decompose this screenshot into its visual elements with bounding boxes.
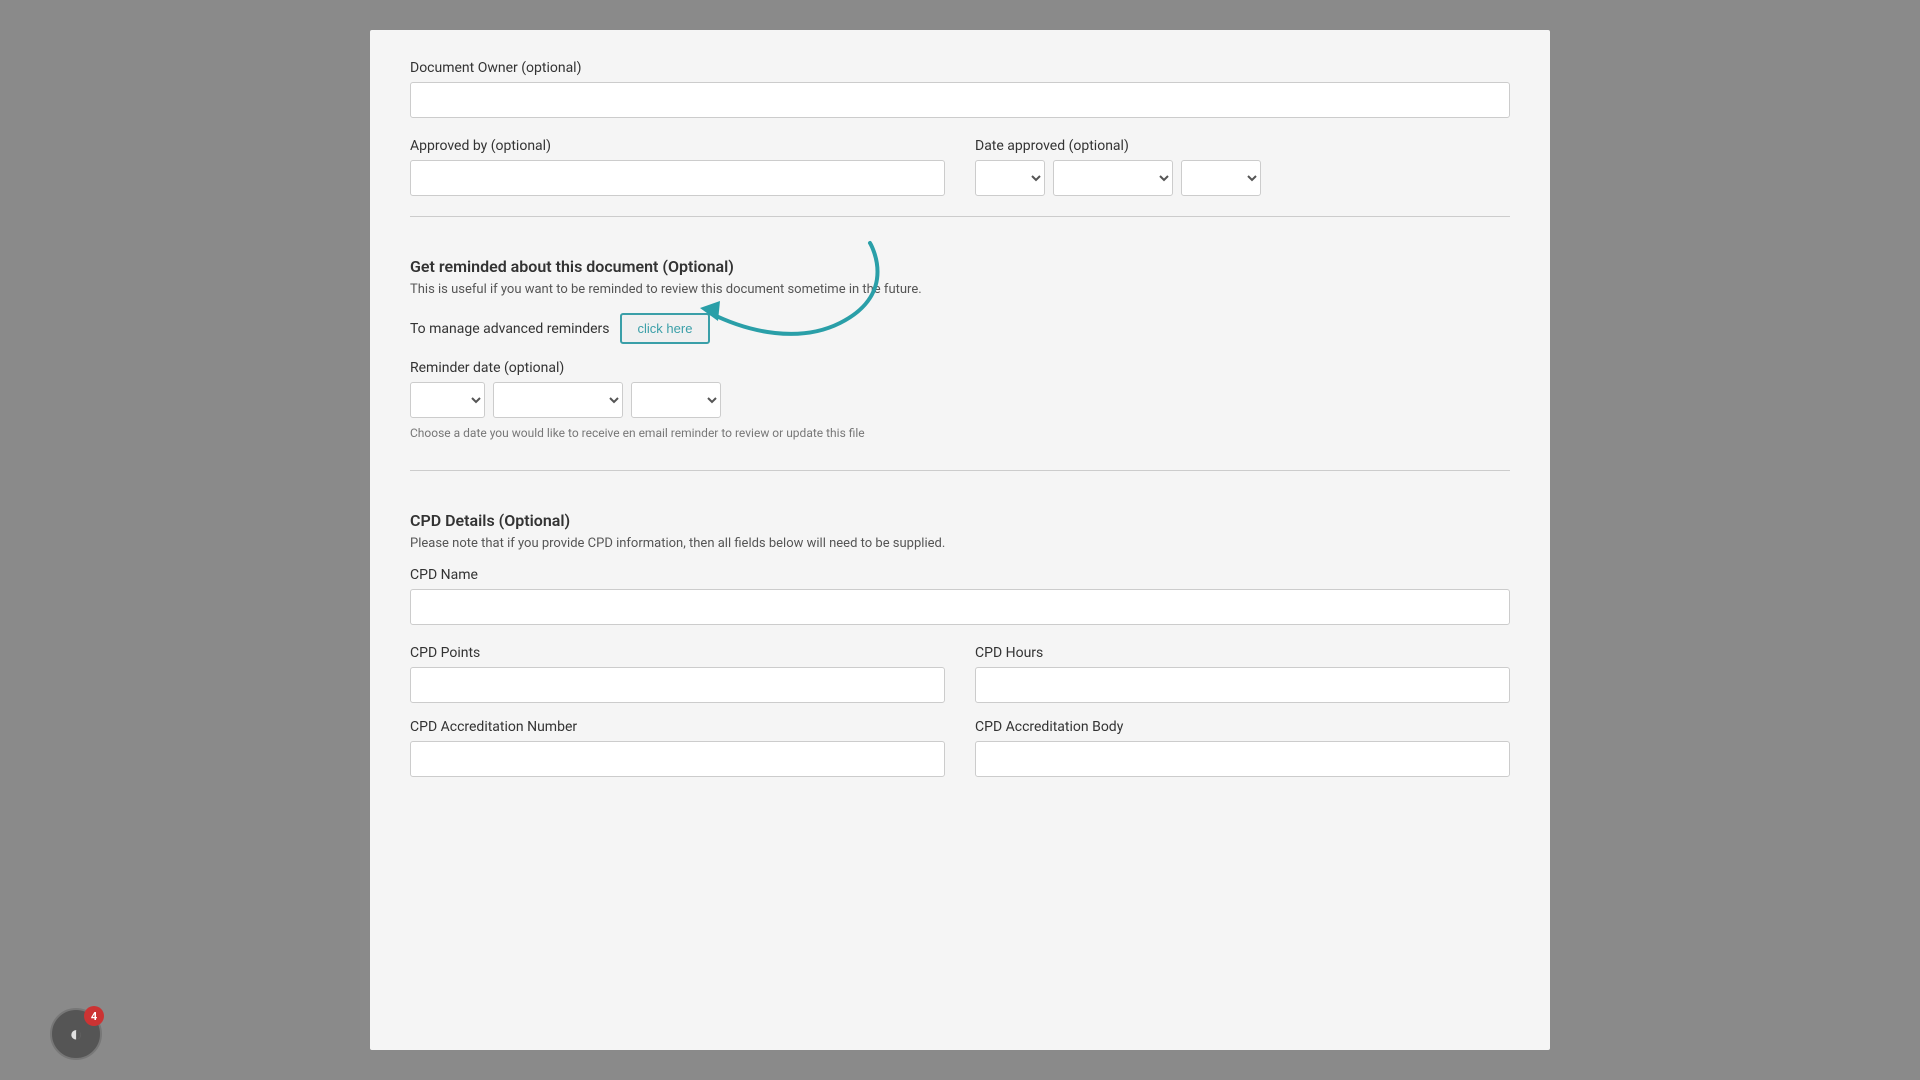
cpd-section: CPD Details (Optional) Please note that … (410, 511, 1510, 777)
reminder-date-group: Reminder date (optional) Choose a date y… (410, 360, 1510, 440)
advanced-reminder-row: To manage advanced reminders click here (410, 313, 1510, 344)
date-approved-day-select[interactable] (975, 160, 1045, 196)
date-approved-label: Date approved (optional) (975, 138, 1510, 154)
notification-icon: ◐ (69, 1021, 82, 1047)
cpd-title: CPD Details (Optional) (410, 511, 1510, 530)
date-approved-selects (975, 160, 1510, 196)
cpd-accreditation-body-label: CPD Accreditation Body (975, 719, 1510, 735)
reminder-year-select[interactable] (631, 382, 721, 418)
notification-badge[interactable]: ◐ 4 (50, 1008, 102, 1060)
cpd-description: Please note that if you provide CPD info… (410, 536, 1510, 551)
reminder-section: Get reminded about this document (Option… (410, 257, 1510, 440)
advanced-reminder-text: To manage advanced reminders (410, 321, 610, 337)
divider-2 (410, 470, 1510, 471)
divider-1 (410, 216, 1510, 217)
cpd-points-group: CPD Points (410, 645, 945, 703)
cpd-accreditation-body-input[interactable] (975, 741, 1510, 777)
cpd-accreditation-body-group: CPD Accreditation Body (975, 719, 1510, 777)
click-here-container: click here (620, 313, 711, 344)
form-wrapper: Document Owner (optional) Approved by (o… (370, 30, 1550, 1050)
cpd-name-label: CPD Name (410, 567, 1510, 583)
cpd-name-input[interactable] (410, 589, 1510, 625)
reminder-date-label: Reminder date (optional) (410, 360, 1510, 376)
approved-by-group: Approved by (optional) (410, 138, 945, 196)
reminder-day-select[interactable] (410, 382, 485, 418)
cpd-points-input[interactable] (410, 667, 945, 703)
reminder-description: This is useful if you want to be reminde… (410, 282, 1510, 297)
reminder-month-select[interactable] (493, 382, 623, 418)
reminder-hint-text: Choose a date you would like to receive … (410, 426, 1510, 440)
date-approved-month-select[interactable] (1053, 160, 1173, 196)
cpd-hours-group: CPD Hours (975, 645, 1510, 703)
cpd-accreditation-row: CPD Accreditation Number CPD Accreditati… (410, 719, 1510, 777)
cpd-hours-input[interactable] (975, 667, 1510, 703)
approved-row: Approved by (optional) Date approved (op… (410, 138, 1510, 196)
cpd-accreditation-number-label: CPD Accreditation Number (410, 719, 945, 735)
cpd-accreditation-number-group: CPD Accreditation Number (410, 719, 945, 777)
badge-count: 4 (84, 1006, 104, 1026)
date-approved-year-select[interactable] (1181, 160, 1261, 196)
date-approved-group: Date approved (optional) (975, 138, 1510, 196)
cpd-hours-label: CPD Hours (975, 645, 1510, 661)
page-container: Document Owner (optional) Approved by (o… (0, 0, 1920, 1080)
cpd-accreditation-number-input[interactable] (410, 741, 945, 777)
reminder-date-selects (410, 382, 1510, 418)
document-owner-label: Document Owner (optional) (410, 60, 1510, 76)
click-here-button[interactable]: click here (620, 313, 711, 344)
document-owner-group: Document Owner (optional) (410, 60, 1510, 118)
document-owner-input[interactable] (410, 82, 1510, 118)
approved-by-input[interactable] (410, 160, 945, 196)
cpd-name-group: CPD Name (410, 567, 1510, 625)
reminder-title: Get reminded about this document (Option… (410, 257, 1510, 276)
approved-by-label: Approved by (optional) (410, 138, 945, 154)
cpd-points-label: CPD Points (410, 645, 945, 661)
cpd-points-hours-row: CPD Points CPD Hours (410, 645, 1510, 703)
notification-circle[interactable]: ◐ 4 (50, 1008, 102, 1060)
